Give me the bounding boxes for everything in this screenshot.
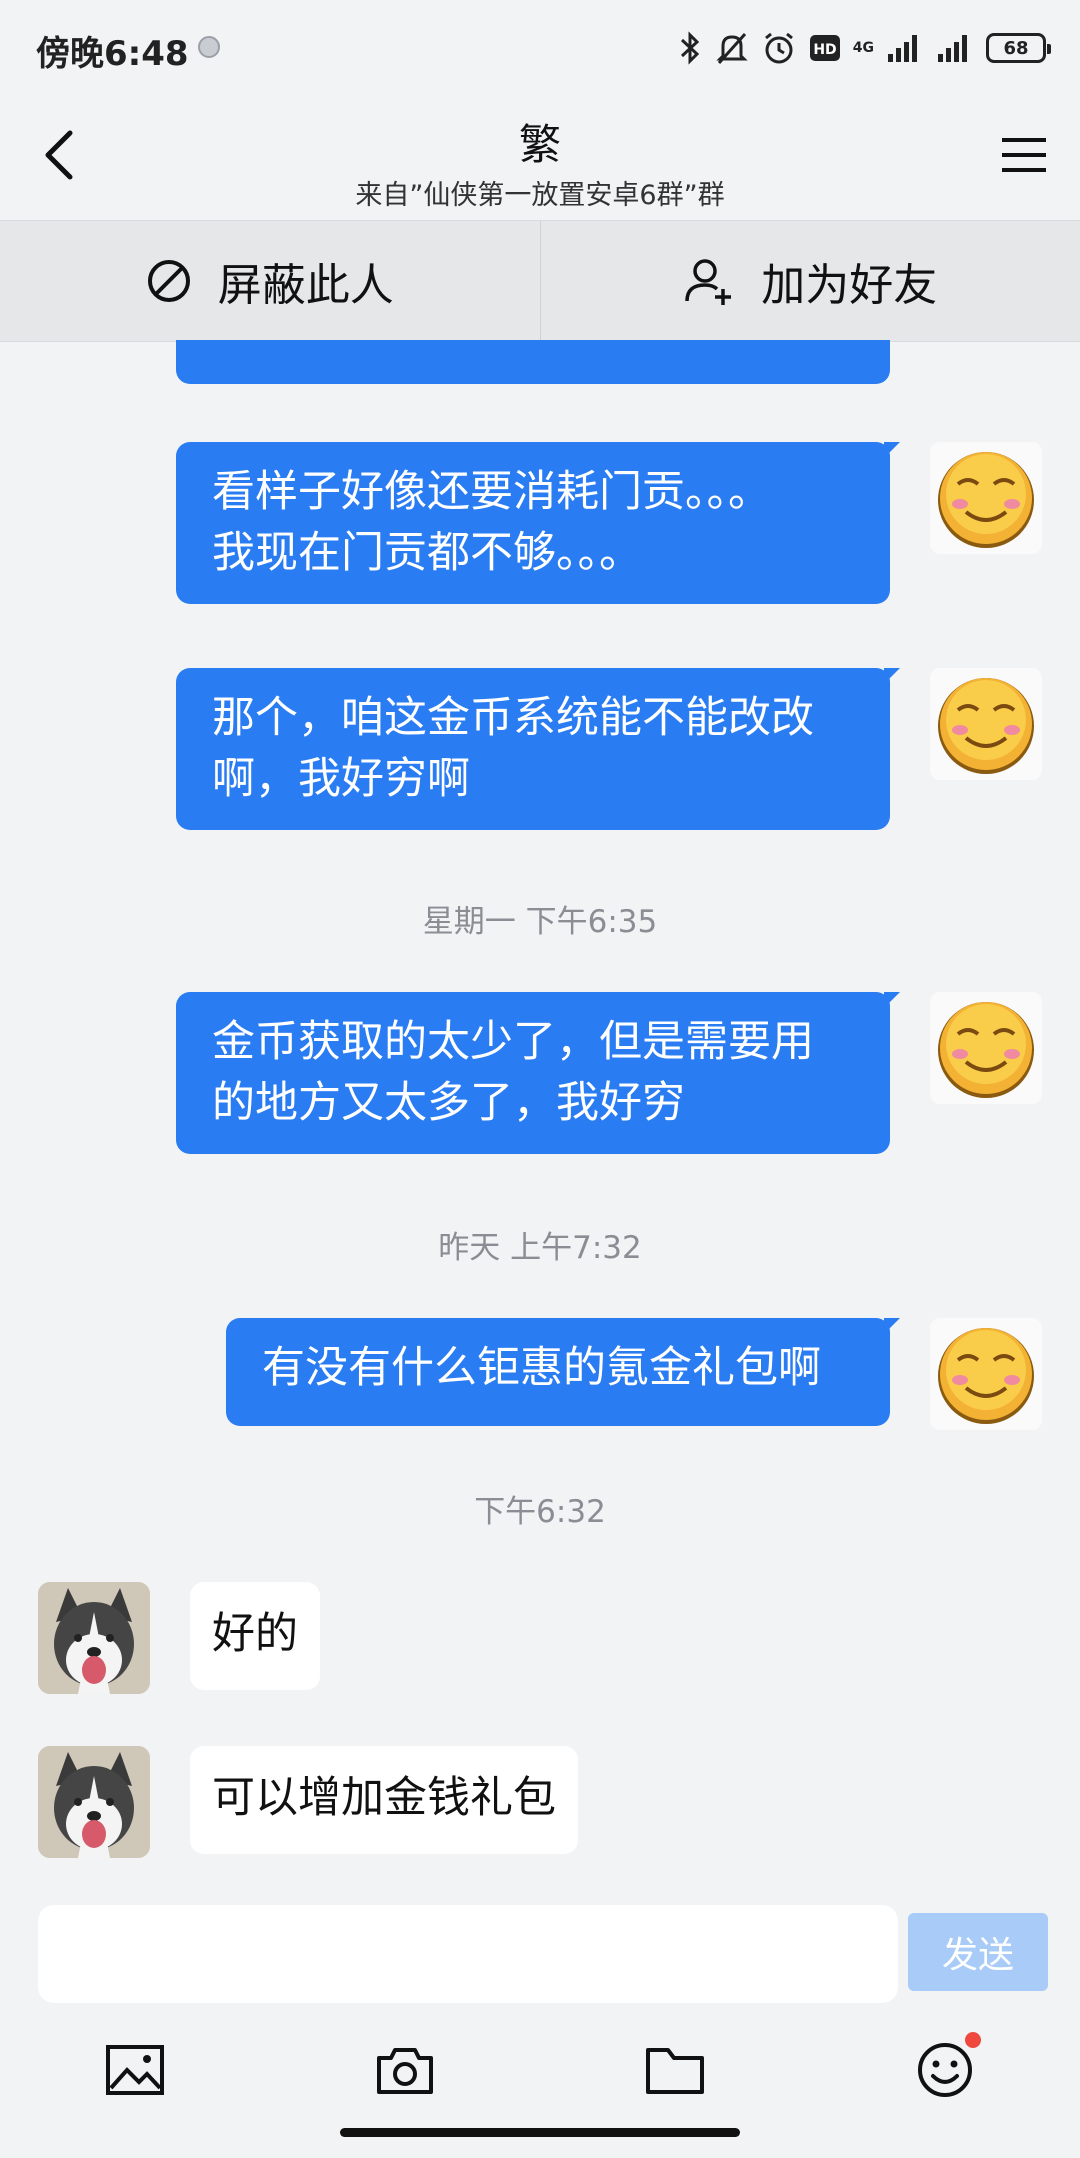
message-timestamp: 星期一 下午6:35 — [422, 904, 658, 940]
message-bubble-incoming[interactable]: 可以增加金钱礼包 — [190, 1746, 578, 1854]
stranger-action-bar: 屏蔽此人 加为好友 — [0, 220, 1080, 342]
message-input[interactable] — [38, 1905, 898, 2003]
smiley-avatar-icon — [938, 1002, 1034, 1098]
file-button[interactable] — [635, 2030, 715, 2110]
hamburger-menu-icon — [1002, 138, 1046, 172]
bluetooth-icon — [680, 31, 699, 65]
status-icons: HD 4G 68 — [677, 26, 1051, 70]
emoji-button[interactable] — [905, 2030, 985, 2110]
message-timestamp: 昨天 上午7:32 — [438, 1230, 642, 1266]
emoji-icon — [918, 2043, 972, 2097]
message-text: 可以增加金钱礼包 — [212, 1773, 556, 1823]
avatar[interactable] — [930, 668, 1042, 780]
chat-message-list[interactable]: 门派技能还是都可以呢？ 看样子好像还要消耗门贡。。。 我现在门贡都不够。。。 那… — [0, 340, 1080, 1880]
notification-icon — [198, 36, 220, 58]
image-button[interactable] — [95, 2030, 175, 2110]
add-friend-icon — [685, 259, 732, 305]
avatar[interactable] — [930, 992, 1042, 1104]
chat-header: 繁 来自”仙侠第一放置安卓6群”群 — [0, 95, 1080, 220]
message-bubble-outgoing[interactable]: 看样子好像还要消耗门贡。。。 我现在门贡都不够。。。 — [176, 442, 900, 604]
add-friend-label: 加为好友 — [761, 260, 938, 311]
home-indicator[interactable] — [340, 2128, 740, 2137]
mute-bell-icon — [716, 32, 748, 65]
block-user-button[interactable]: 屏蔽此人 — [0, 221, 540, 341]
image-icon — [106, 2045, 164, 2095]
signal-icon — [888, 35, 917, 62]
avatar[interactable] — [38, 1582, 150, 1694]
page-subtitle: 来自”仙侠第一放置安卓6群”群 — [355, 180, 725, 211]
camera-button[interactable] — [365, 2030, 445, 2110]
message-text-line: 啊，我好穷啊 — [212, 754, 470, 804]
message-bubble-outgoing[interactable]: 那个，咱这金币系统能不能改改 啊，我好穷啊 — [176, 668, 900, 830]
hd-icon: HD — [809, 35, 840, 61]
message-bubble-outgoing[interactable]: 有没有什么钜惠的氪金礼包啊 — [226, 1318, 900, 1426]
message-bubble-outgoing[interactable]: 金币获取的太少了，但是需要用 的地方又太多了，我好穷 — [176, 992, 900, 1154]
menu-button[interactable] — [994, 125, 1054, 185]
message-text-line: 我现在门贡都不够。。。 — [212, 528, 642, 578]
signal-icon-2 — [938, 35, 967, 62]
camera-icon — [377, 2048, 433, 2094]
status-bar: 傍晚6:48 HD 4G 68 — [0, 0, 1080, 95]
avatar[interactable] — [930, 1318, 1042, 1430]
composer-toolbar — [0, 2030, 1080, 2110]
add-friend-button[interactable]: 加为好友 — [541, 221, 1080, 341]
message-bubble-outgoing[interactable]: 门派技能还是都可以呢？ — [176, 340, 890, 384]
message-text: 好的 — [212, 1609, 298, 1659]
message-text: 门派技能还是都可以呢？ — [212, 340, 854, 351]
smiley-avatar-icon — [938, 452, 1034, 548]
message-text-line: 的地方又太多了，我好穷 — [212, 1078, 685, 1128]
page-title: 繁 — [518, 120, 561, 169]
battery-level: 68 — [1003, 37, 1029, 59]
message-bubble-incoming[interactable]: 好的 — [190, 1582, 320, 1690]
avatar[interactable] — [38, 1746, 150, 1858]
composer-bar: 发送 — [0, 1880, 1080, 2158]
folder-icon — [646, 2048, 704, 2094]
husky-avatar-icon — [38, 1746, 150, 1858]
alarm-icon — [764, 32, 793, 64]
message-timestamp: 下午6:32 — [474, 1494, 606, 1530]
svg-text:HD: HD — [813, 42, 836, 58]
message-text-line: 看样子好像还要消耗门贡。。。 — [212, 467, 771, 517]
message-text-line: 那个，咱这金币系统能不能改改 — [212, 693, 814, 743]
avatar[interactable] — [930, 442, 1042, 554]
message-text: 有没有什么钜惠的氪金礼包啊 — [262, 1343, 821, 1393]
smiley-avatar-icon — [938, 678, 1034, 774]
network-type-label: 4G — [852, 40, 874, 56]
husky-avatar-icon — [38, 1582, 150, 1694]
send-button[interactable]: 发送 — [908, 1913, 1048, 1991]
status-time: 傍晚6:48 — [36, 34, 189, 74]
block-icon — [147, 260, 190, 302]
battery-icon: 68 — [986, 33, 1051, 63]
message-text-line: 金币获取的太少了，但是需要用 — [212, 1017, 814, 1067]
emoji-badge-dot — [965, 2032, 981, 2048]
block-user-label: 屏蔽此人 — [217, 260, 394, 311]
smiley-avatar-icon — [938, 1328, 1034, 1424]
